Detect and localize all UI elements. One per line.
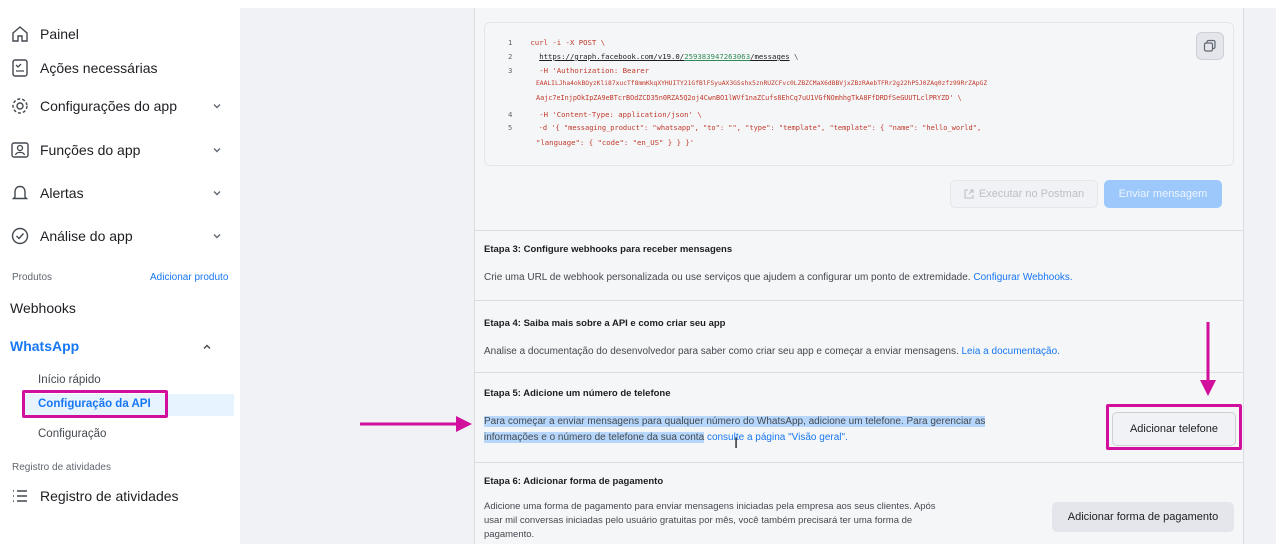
arrow-right-icon <box>360 416 472 432</box>
annotation-arrows <box>360 322 1216 432</box>
screen: Painel Ações necessárias Configurações d… <box>0 0 1276 544</box>
arrow-down-icon <box>1200 322 1216 396</box>
